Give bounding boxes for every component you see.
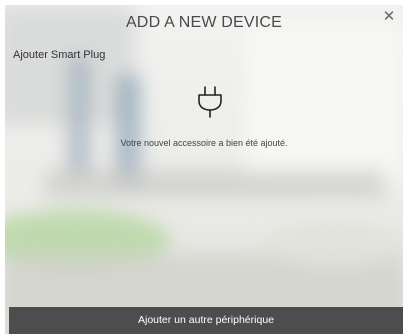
close-icon[interactable]: ✕ (381, 9, 397, 25)
add-another-device-button[interactable]: Ajouter un autre périphérique (9, 307, 403, 334)
device-type-label: Ajouter Smart Plug (13, 49, 106, 61)
plug-icon (198, 86, 222, 118)
dialog-title: ADD A NEW DEVICE (125, 14, 283, 31)
add-device-dialog: ADD A NEW DEVICE ✕ Ajouter Smart Plug Vo… (5, 5, 403, 334)
success-message: Votre nouvel accessoire a bien été ajout… (120, 138, 288, 148)
